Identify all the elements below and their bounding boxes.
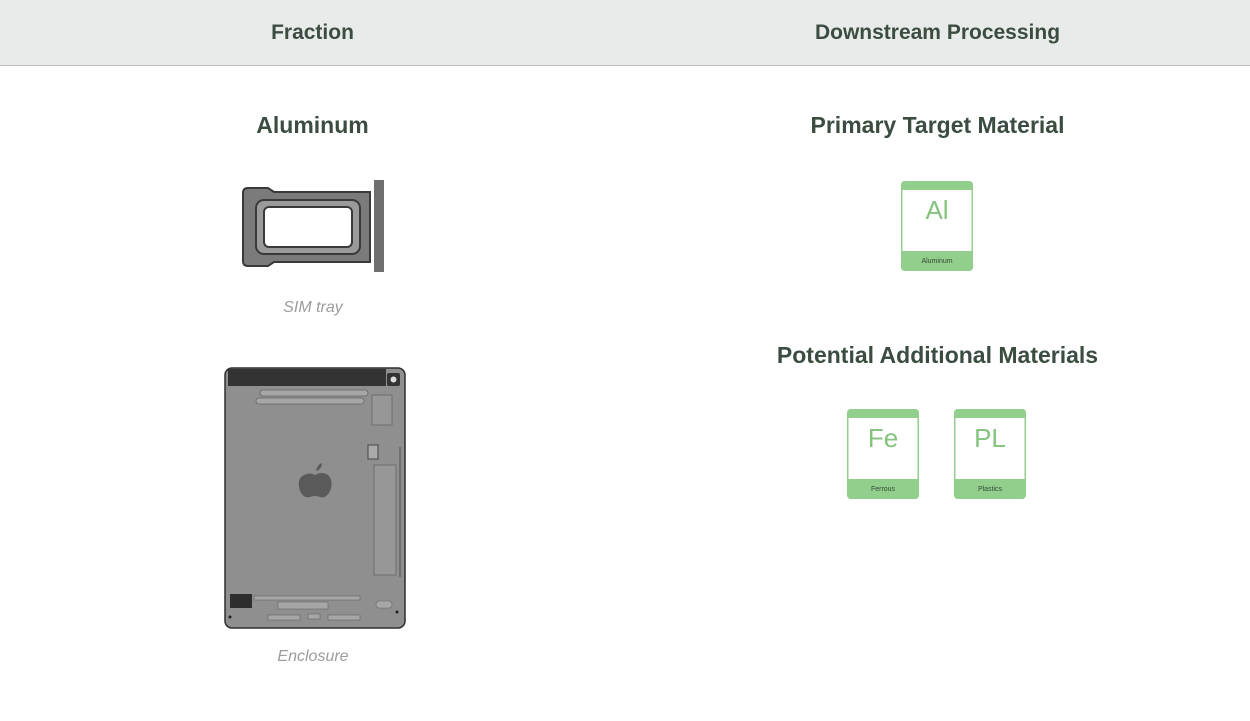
material-symbol: Al — [925, 195, 949, 225]
material-symbol: Fe — [867, 423, 899, 453]
tile-topbar — [954, 409, 1026, 418]
material-name: Plastics — [954, 479, 1026, 499]
tile-topbar — [901, 181, 973, 190]
additional-materials-title: Potential Additional Materials — [776, 342, 1099, 368]
material-symbol: PL — [974, 423, 1006, 453]
downstream-column-header: Downstream Processing — [814, 20, 1061, 44]
material-name: Ferrous — [847, 479, 919, 499]
material-tile-aluminum: Al Aluminum — [901, 181, 973, 271]
tile-topbar — [847, 409, 919, 418]
enclosure-image — [224, 367, 406, 629]
fraction-title: Aluminum — [256, 112, 369, 138]
table-header: Fraction Downstream Processing — [0, 0, 1250, 66]
primary-target-title: Primary Target Material — [810, 112, 1065, 138]
sim-tray-caption: SIM tray — [283, 299, 343, 316]
fraction-column-header: Fraction — [271, 20, 354, 44]
enclosure-caption: Enclosure — [277, 648, 349, 665]
material-tile-ferrous: Fe Ferrous — [847, 409, 919, 499]
material-tile-plastics: PL Plastics — [954, 409, 1026, 499]
material-name: Aluminum — [901, 251, 973, 271]
sim-tray-image — [242, 180, 384, 272]
